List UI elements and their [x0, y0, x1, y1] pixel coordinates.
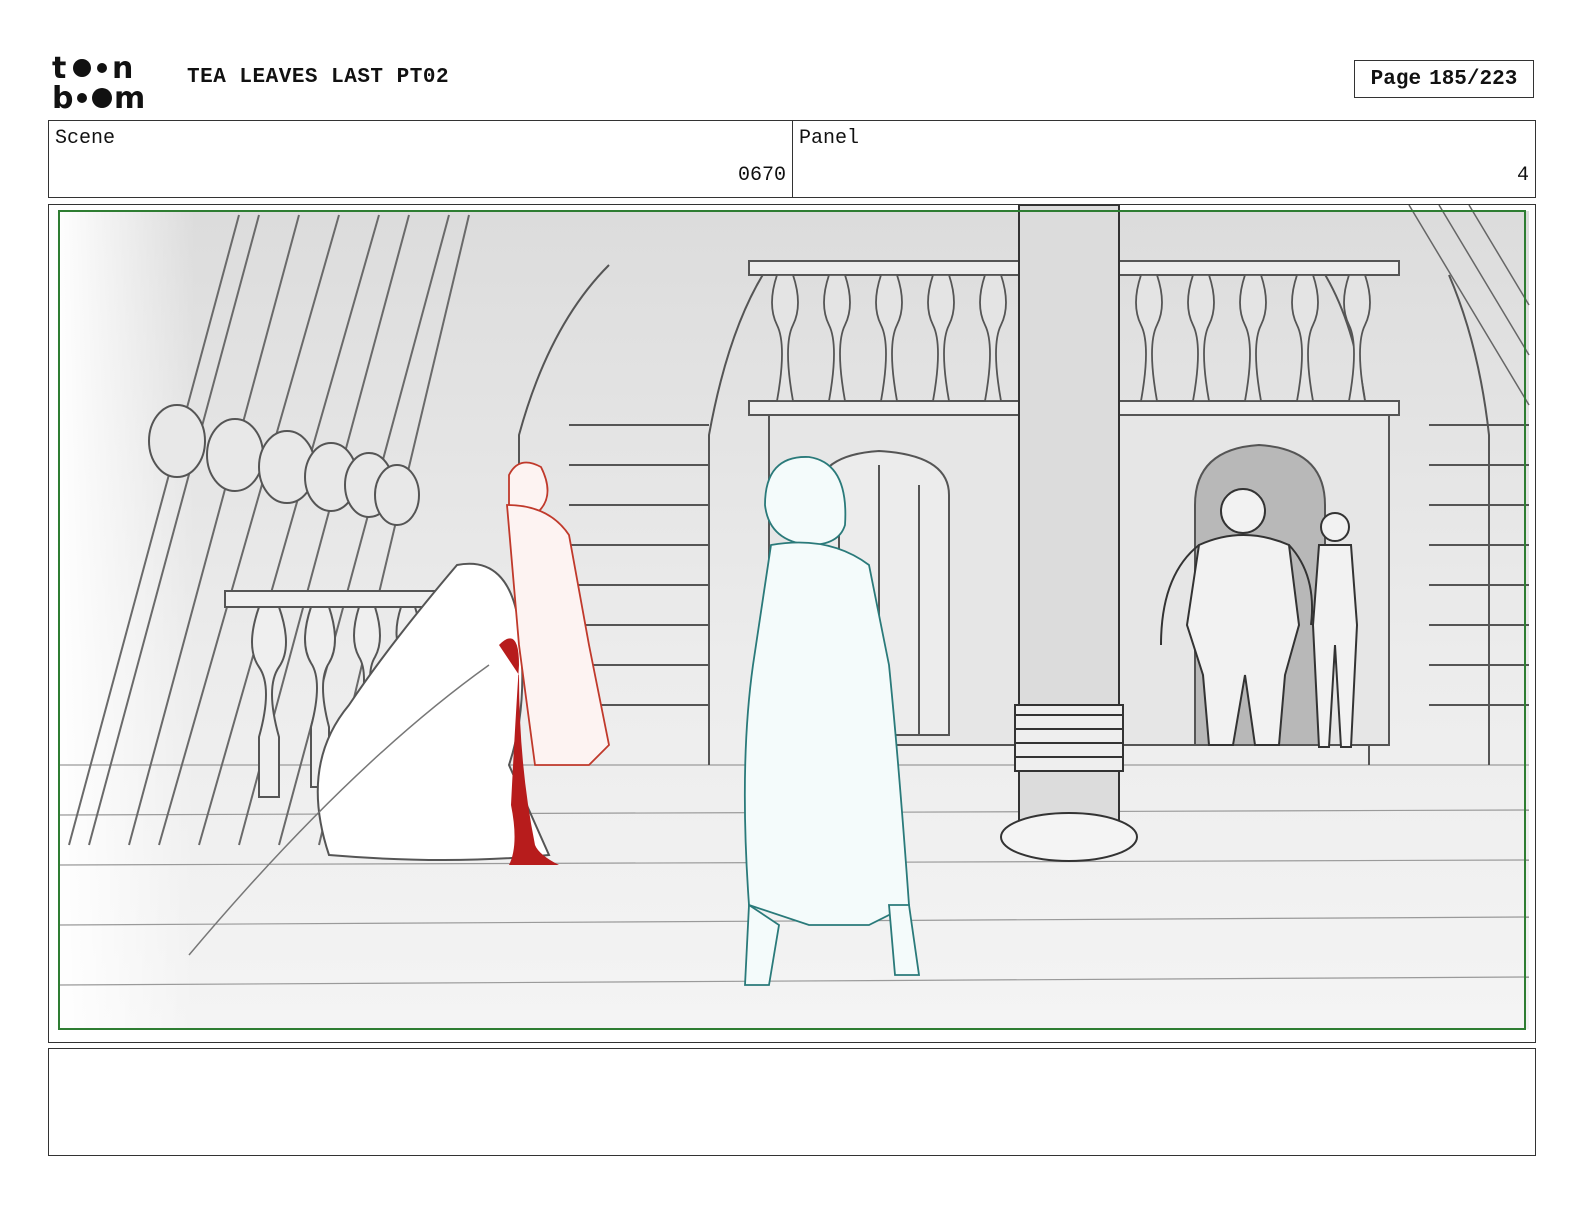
ship-deck-sketch — [55, 205, 1530, 1030]
scene-number: 0670 — [737, 164, 786, 187]
panel-number: 4 — [1516, 164, 1529, 187]
svg-text:b: b — [52, 81, 73, 110]
notes-box — [48, 1048, 1536, 1156]
svg-text:m: m — [114, 81, 145, 110]
toon-boom-logo: t n b m — [52, 52, 145, 110]
panel-label: Panel — [799, 127, 860, 150]
page-indicator: Page 185/223 — [1354, 60, 1534, 98]
scene-panel-row: Scene 0670 Panel 4 — [48, 120, 1536, 198]
page-label: Page — [1370, 67, 1422, 91]
project-title: TEA LEAVES LAST PT02 — [187, 66, 450, 89]
panel-field: Panel 4 — [793, 121, 1535, 197]
page-number: 185/223 — [1429, 67, 1518, 91]
scene-label: Scene — [55, 127, 116, 150]
storyboard-panel-image — [48, 204, 1536, 1043]
scene-field: Scene 0670 — [49, 121, 793, 197]
